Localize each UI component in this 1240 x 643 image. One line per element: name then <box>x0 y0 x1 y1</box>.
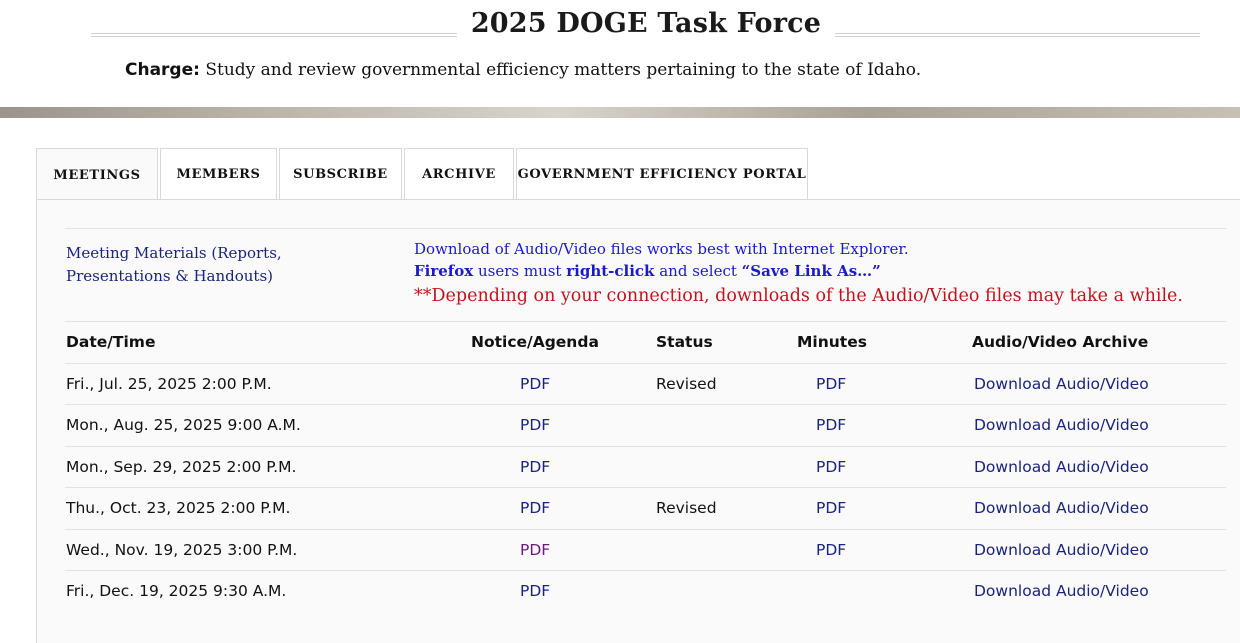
tab-archive[interactable]: ARCHIVE <box>404 148 514 200</box>
meeting-status: Revised <box>656 375 717 393</box>
meeting-datetime: Wed., Nov. 19, 2025 3:00 P.M. <box>66 541 298 559</box>
column-header-audio-video-archive: Audio/Video Archive <box>972 333 1149 351</box>
tab-members[interactable]: MEMBERS <box>160 148 277 200</box>
firefox-label: Firefox <box>414 262 474 280</box>
tab-bar: MEETINGS MEMBERS SUBSCRIBE ARCHIVE GOVER… <box>36 148 810 201</box>
charge-text: Study and review governmental efficiency… <box>199 60 922 80</box>
charge-statement: Charge: Study and review governmental ef… <box>125 60 921 80</box>
meeting-datetime: Fri., Dec. 19, 2025 9:30 A.M. <box>66 582 287 600</box>
divider <box>65 228 1226 229</box>
column-header-datetime: Date/Time <box>66 333 156 351</box>
tab-meetings[interactable]: MEETINGS <box>36 148 158 201</box>
av-note-browser: Download of Audio/Video files works best… <box>414 240 909 258</box>
row-divider <box>65 529 1226 530</box>
divider <box>65 321 1226 322</box>
minutes-pdf-link[interactable]: PDF <box>816 499 846 517</box>
minutes-pdf-link[interactable]: PDF <box>816 458 846 476</box>
minutes-pdf-link[interactable]: PDF <box>816 375 846 393</box>
column-header-minutes: Minutes <box>797 333 867 351</box>
download-audio-video-link[interactable]: Download Audio/Video <box>974 499 1149 517</box>
meeting-datetime: Fri., Jul. 25, 2025 2:00 P.M. <box>66 375 272 393</box>
column-header-status: Status <box>656 333 713 351</box>
divider <box>65 363 1226 364</box>
minutes-pdf-link[interactable]: PDF <box>816 416 846 434</box>
meeting-datetime: Mon., Aug. 25, 2025 9:00 A.M. <box>66 416 301 434</box>
av-note-firefox: Firefox users must right-click and selec… <box>414 262 881 280</box>
agenda-pdf-link[interactable]: PDF <box>520 499 550 517</box>
row-divider <box>65 570 1226 571</box>
download-audio-video-link[interactable]: Download Audio/Video <box>974 375 1149 393</box>
tab-subscribe[interactable]: SUBSCRIBE <box>279 148 402 200</box>
right-click-label: right-click <box>566 262 655 280</box>
meeting-datetime: Thu., Oct. 23, 2025 2:00 P.M. <box>66 499 291 517</box>
charge-label: Charge: <box>125 60 200 80</box>
download-warning: **Depending on your connection, download… <box>414 286 1183 306</box>
agenda-pdf-link[interactable]: PDF <box>520 582 550 600</box>
note-text: and select <box>654 262 742 280</box>
download-audio-video-link[interactable]: Download Audio/Video <box>974 458 1149 476</box>
column-header-notice-agenda: Notice/Agenda <box>471 333 599 351</box>
title-rule-right <box>835 33 1200 37</box>
note-text: users must <box>473 262 567 280</box>
title-rule-left <box>91 33 457 37</box>
agenda-pdf-link[interactable]: PDF <box>520 458 550 476</box>
tab-government-efficiency-portal[interactable]: GOVERNMENT EFFICIENCY PORTAL <box>516 148 808 200</box>
download-audio-video-link[interactable]: Download Audio/Video <box>974 582 1149 600</box>
minutes-pdf-link[interactable]: PDF <box>816 541 846 559</box>
agenda-pdf-link[interactable]: PDF <box>520 541 550 559</box>
meeting-datetime: Mon., Sep. 29, 2025 2:00 P.M. <box>66 458 297 476</box>
row-divider <box>65 404 1226 405</box>
row-divider <box>65 446 1226 447</box>
agenda-pdf-link[interactable]: PDF <box>520 375 550 393</box>
page-header: 2025 DOGE Task Force <box>0 0 1240 56</box>
row-divider <box>65 487 1226 488</box>
meeting-status: Revised <box>656 499 717 517</box>
download-audio-video-link[interactable]: Download Audio/Video <box>974 541 1149 559</box>
meeting-materials-link[interactable]: Meeting Materials (Reports, Presentation… <box>66 242 326 288</box>
page-title: 2025 DOGE Task Force <box>470 8 822 39</box>
save-link-as-label: “Save Link As…” <box>741 262 881 280</box>
download-audio-video-link[interactable]: Download Audio/Video <box>974 416 1149 434</box>
agenda-pdf-link[interactable]: PDF <box>520 416 550 434</box>
header-banner-image <box>0 107 1240 118</box>
